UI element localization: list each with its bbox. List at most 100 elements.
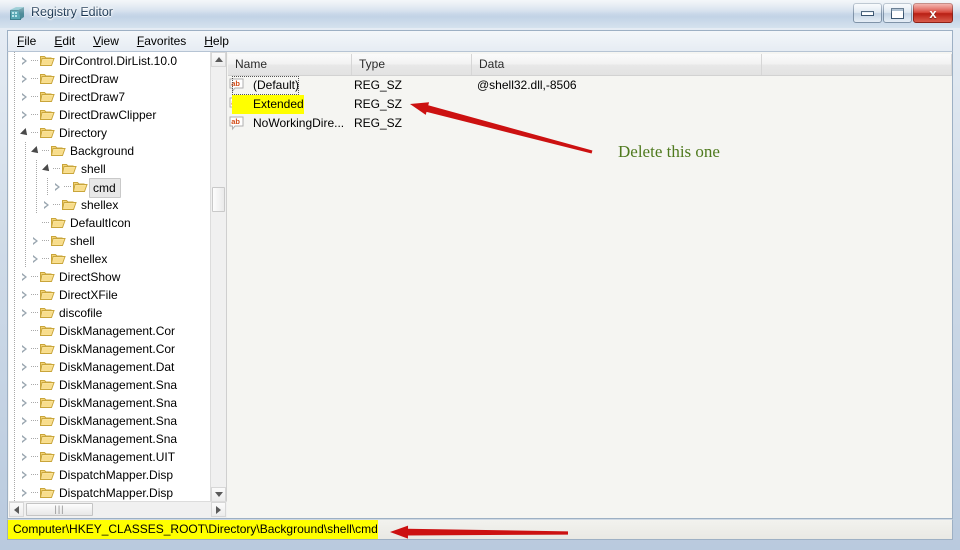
tree-item-background[interactable]: Background [9,142,212,160]
tree-item-label: DiskManagement.Dat [59,360,175,374]
tree-horizontal-scrollbar[interactable]: ||| [9,501,227,518]
folder-icon [50,250,67,268]
tree-expander-closed[interactable] [20,106,31,124]
tree-vertical-scrollbar-thumb[interactable] [212,187,225,212]
tree-item-diskmanagement-sna[interactable]: DiskManagement.Sna [9,376,212,394]
tree-item-label: DiskManagement.Sna [59,378,178,392]
folder-icon [39,106,56,124]
tree-expander-closed[interactable] [20,466,31,484]
tree-item-diskmanagement-sna[interactable]: DiskManagement.Sna [9,430,212,448]
tree-expander-closed[interactable] [31,232,42,250]
tree-item-shellex[interactable]: shellex [9,250,212,268]
menu-item-view[interactable]: View [84,32,128,50]
registry-tree[interactable]: DirControl.DirList.10.0 DirectDraw DirectD… [9,52,212,502]
menu-item-edit[interactable]: Edit [45,32,84,50]
tree-indent-guide [31,160,42,178]
registry-editor-window: Registry Editor x File Edit View Favorit… [0,0,960,550]
tree-item-shellex[interactable]: shellex [9,196,212,214]
menu-bar: File Edit View Favorites Help [7,30,953,51]
tree-item-directory[interactable]: Directory [9,124,212,142]
tree-expander-closed[interactable] [20,430,31,448]
tree-item-diskmanagement-sna[interactable]: DiskManagement.Sna [9,412,212,430]
column-header-blank[interactable] [762,54,952,75]
tree-scroll-left-button[interactable] [9,502,24,517]
column-header-name[interactable]: Name [228,54,352,75]
tree-expander-closed[interactable] [20,52,31,70]
tree-connector [42,142,50,160]
tree-indent-guide [9,250,20,268]
folder-icon [39,466,56,484]
title-bar[interactable]: Registry Editor x [0,0,960,28]
folder-icon [61,160,78,178]
folder-icon [39,448,56,466]
tree-expander-closed[interactable] [20,88,31,106]
tree-item-directxfile[interactable]: DirectXFile [9,286,212,304]
tree-expander-closed[interactable] [20,340,31,358]
tree-item-directdraw[interactable]: DirectDraw [9,70,212,88]
tree-expander-closed[interactable] [20,412,31,430]
tree-vertical-scrollbar[interactable] [210,52,226,502]
tree-expander-closed[interactable] [20,286,31,304]
tree-expander-closed[interactable] [20,70,31,88]
tree-item-diskmanagement-cor[interactable]: DiskManagement.Cor [9,340,212,358]
tree-expander-open[interactable] [20,124,31,142]
menu-item-favorites[interactable]: Favorites [128,32,195,50]
tree-indent-guide [20,178,31,196]
tree-scroll-down-button[interactable] [211,487,226,502]
tree-item-discofile[interactable]: discofile [9,304,212,322]
tree-item-label: DiskManagement.Sna [59,414,178,428]
maximize-button[interactable] [883,3,912,23]
folder-icon [39,286,56,304]
menu-item-file[interactable]: File [8,32,45,50]
value-row[interactable]: abExtendedREG_SZ [228,95,952,114]
tree-connector [31,124,39,142]
tree-item-directshow[interactable]: DirectShow [9,268,212,286]
folder-icon [39,70,56,88]
tree-expander-closed[interactable] [20,376,31,394]
tree-expander-closed[interactable] [20,304,31,322]
column-header-data[interactable]: Data [472,54,762,75]
tree-expander-closed[interactable] [20,358,31,376]
list-rows[interactable]: ab(Default)REG_SZ@shell32.dll,-8506abExt… [228,76,952,518]
tree-item-dircontrol-dirlist-10-0[interactable]: DirControl.DirList.10.0 [9,52,212,70]
tree-expander-closed[interactable] [31,250,42,268]
close-button[interactable]: x [913,3,953,23]
tree-item-directdraw7[interactable]: DirectDraw7 [9,88,212,106]
minimize-icon [854,4,881,22]
tree-indent-guide [31,196,42,214]
value-row[interactable]: ab (Default) REG_SZ @shell32.dll,-8506 [228,76,952,95]
tree-expander-closed[interactable] [20,448,31,466]
minimize-button[interactable] [853,3,882,23]
tree-item-label: DispatchMapper.Disp [59,486,174,500]
value-row[interactable]: ab NoWorkingDire... REG_SZ [228,114,952,133]
tree-item-diskmanagement-cor[interactable]: DiskManagement.Cor [9,322,212,340]
folder-icon [39,88,56,106]
tree-item-shell[interactable]: shell [9,232,212,250]
tree-item-defaulticon[interactable]: DefaultIcon [9,214,212,232]
folder-icon [39,430,56,448]
tree-item-label: DirectDraw [59,72,119,86]
tree-expander-closed[interactable] [53,178,64,196]
tree-expander-closed[interactable] [42,196,53,214]
tree-scroll-up-button[interactable] [211,52,226,67]
tree-item-cmd[interactable]: cmd [9,178,212,198]
tree-item-dispatchmapper-disp[interactable]: DispatchMapper.Disp [9,466,212,484]
value-data: @shell32.dll,-8506 [477,78,577,92]
tree-indent-guide [9,304,20,322]
tree-expander-closed[interactable] [20,268,31,286]
column-header-type[interactable]: Type [352,54,472,75]
tree-expander-closed[interactable] [20,394,31,412]
menu-item-help[interactable]: Help [195,32,238,50]
tree-scroll-right-button[interactable] [211,502,226,517]
tree-item-shell[interactable]: shell [9,160,212,178]
tree-item-diskmanagement-uit[interactable]: DiskManagement.UIT [9,448,212,466]
tree-expander-open[interactable] [31,142,42,160]
tree-horizontal-scrollbar-thumb[interactable]: ||| [26,503,93,516]
tree-item-directdrawclipper[interactable]: DirectDrawClipper [9,106,212,124]
tree-item-diskmanagement-dat[interactable]: DiskManagement.Dat [9,358,212,376]
tree-item-diskmanagement-sna[interactable]: DiskManagement.Sna [9,394,212,412]
tree-expander-closed[interactable] [20,484,31,502]
tree-expander-open[interactable] [42,160,53,178]
tree-item-dispatchmapper-disp[interactable]: DispatchMapper.Disp [9,484,212,502]
tree-indent-guide [9,106,20,124]
